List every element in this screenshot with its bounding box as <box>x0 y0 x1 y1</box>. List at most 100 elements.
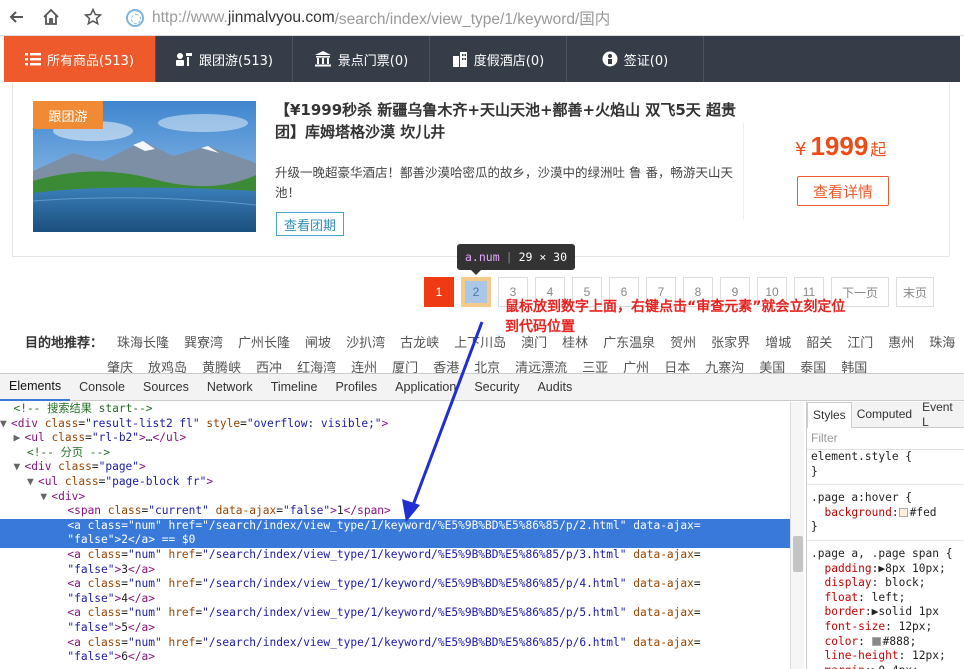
styles-tab[interactable]: Styles <box>807 402 852 428</box>
view-group-dates-button[interactable]: 查看团期 <box>276 212 344 236</box>
tooltip-size: 29 × 30 <box>518 250 568 264</box>
devtools-tab[interactable]: Audits <box>528 374 581 401</box>
tab-visa[interactable]: 签证(0) <box>567 36 704 82</box>
destination-link[interactable]: 广州长隆 <box>238 332 290 351</box>
style-rule-line[interactable]: display: block; <box>807 576 964 591</box>
tab-hotels[interactable]: 度假酒店(0) <box>430 36 567 82</box>
visa-icon <box>602 51 618 67</box>
price-value: 1999 <box>810 131 869 161</box>
style-rule-line[interactable]: float: left; <box>807 591 964 606</box>
bookmark-star-icon[interactable] <box>82 6 104 28</box>
page-link[interactable]: 2 <box>461 277 491 307</box>
dom-line[interactable]: <a class="num" href="/search/index/view_… <box>0 577 790 592</box>
product-description: 升级一晚超豪华酒店！鄯善沙漠哈密瓜的故乡，沙漠中的绿洲吐 鲁 番，畅游天山天池！ <box>275 165 733 200</box>
destination-link[interactable]: 闸坡 <box>305 332 331 351</box>
dom-line[interactable]: <a class="num" href="/search/index/view_… <box>0 606 790 621</box>
style-rule-line[interactable]: .page a:hover { <box>807 491 964 506</box>
tab-label: 跟团游(513) <box>199 53 273 69</box>
dom-line[interactable]: ▶ <ul class="rl-b2">…</ul> <box>0 431 790 446</box>
browser-toolbar: http://www. jinmalvyou.com/search/index/v… <box>0 0 964 36</box>
hotel-icon <box>452 52 467 67</box>
dom-tree[interactable]: <!-- 搜索结果 start--> ▼ <div class="result-l… <box>0 402 790 669</box>
devtools-tab[interactable]: Security <box>465 374 528 401</box>
destination-link[interactable]: 古龙峡 <box>400 332 439 351</box>
dom-line[interactable]: "false">3</a> <box>0 563 790 578</box>
dom-line[interactable]: ▼ <div class="result-list2 fl" style="ove… <box>0 417 790 432</box>
inspect-tooltip: a.num | 29 × 30 <box>457 244 576 275</box>
dom-line[interactable]: ▼ <div class="page"> <box>0 460 790 475</box>
tab-all-products[interactable]: 所有商品(513) <box>4 36 156 82</box>
style-rule-line[interactable]: padding:▶8px 10px; <box>807 562 964 577</box>
dom-scrollbar[interactable] <box>790 402 804 669</box>
dom-line[interactable]: "false">6</a> <box>0 650 790 665</box>
product-card: 跟团游 【¥1999秒杀 新疆乌鲁木齐+天山天池+鄯善+火焰山 双飞5天 超贵团… <box>12 83 950 257</box>
style-rule-line[interactable]: .page a, .page span { <box>807 547 964 562</box>
list-icon <box>25 53 42 66</box>
dom-line[interactable]: <!-- 搜索结果 start--> <box>0 402 790 417</box>
style-rule-line[interactable]: font-size: 12px; <box>807 620 964 635</box>
styles-tab[interactable]: Computed <box>852 402 917 428</box>
devtools-tab[interactable]: Application <box>386 374 465 401</box>
annotation-line: 鼠标放到数字上面，右键点击“审查元素”就会立刻定位 <box>505 299 846 315</box>
tab-group-tour[interactable]: 跟团游(513) <box>156 36 293 82</box>
styles-filter-input[interactable]: Filter <box>807 428 964 450</box>
dom-line-selected[interactable]: "false">2</a> == $0 <box>0 533 790 548</box>
style-rule-separator <box>807 535 964 541</box>
view-details-button[interactable]: 查看详情 <box>797 176 889 206</box>
style-rule-line[interactable]: line-height: 12px; <box>807 649 964 664</box>
group-tour-icon <box>176 53 193 66</box>
product-badge: 跟团游 <box>33 101 103 129</box>
category-tabs: 所有商品(513) 跟团游(513) 景点门票(0) 度假酒店(0) 签证(0) <box>4 36 960 82</box>
tab-label: 所有商品(513) <box>47 53 134 69</box>
devtools-tab[interactable]: Timeline <box>262 374 327 401</box>
destination-link[interactable]: 沙扒湾 <box>346 332 385 351</box>
style-rule-line[interactable]: margin:▶0 4px; <box>807 664 964 669</box>
page-current[interactable]: 1 <box>424 277 454 307</box>
card-divider <box>743 123 744 219</box>
destination-link[interactable]: 上下川岛 <box>454 332 506 351</box>
scrollbar-thumb[interactable] <box>793 536 803 572</box>
dom-line[interactable]: ▼ <div> <box>0 490 790 505</box>
tooltip-separator: | <box>505 250 513 264</box>
home-icon[interactable] <box>40 6 62 28</box>
url-prefix: http://www. <box>152 9 228 26</box>
destination-link[interactable]: 珠海长隆 <box>117 332 169 351</box>
product-price: ¥1999 起 <box>795 131 886 162</box>
destination-link[interactable]: 巽寮湾 <box>184 332 223 351</box>
tab-tickets[interactable]: 景点门票(0) <box>293 36 430 82</box>
product-title[interactable]: 【¥1999秒杀 新疆乌鲁木齐+天山天池+鄯善+火焰山 双飞5天 超贵团】库姆塔… <box>275 99 745 143</box>
destinations-label: 目的地推荐： <box>25 336 104 351</box>
devtools-tab[interactable]: Network <box>198 374 262 401</box>
devtools-panel: Elements Console Sources Network Timeline Pro… <box>0 373 964 669</box>
devtools-tab[interactable]: Console <box>70 374 134 401</box>
annotation-line: 到代码位置 <box>505 319 575 335</box>
address-bar[interactable]: http://www. jinmalvyou.com/search/index/v… <box>120 4 960 32</box>
destination-link[interactable]: 珠海 <box>929 332 955 351</box>
dom-line[interactable]: "false">4</a> <box>0 592 790 607</box>
style-rule-line[interactable]: } <box>807 520 964 535</box>
tab-label: 度假酒店(0) <box>473 53 545 69</box>
dom-line[interactable]: ▼ <ul class="page-block fr"> <box>0 475 790 490</box>
style-rule-line[interactable]: background: #fed <box>807 506 964 521</box>
styles-pane: Styles Computed Event L Filter element.sty… <box>806 402 964 669</box>
style-rule-line[interactable]: border:▶solid 1px <box>807 605 964 620</box>
dom-line[interactable]: <a class="num" href="/search/index/view_… <box>0 548 790 563</box>
tooltip-selector: a.num <box>465 250 500 264</box>
devtools-tab[interactable]: Sources <box>134 374 198 401</box>
style-rule-line[interactable]: } <box>807 465 964 480</box>
site-info-icon[interactable] <box>126 9 144 27</box>
dom-line[interactable]: <!-- 分页 --> <box>0 446 790 461</box>
dom-line[interactable]: <span class="current" data-ajax="false">… <box>0 504 790 519</box>
styles-tab[interactable]: Event L <box>917 402 964 429</box>
devtools-tab[interactable]: Profiles <box>326 374 386 401</box>
dom-line[interactable]: "false">5</a> <box>0 621 790 636</box>
style-rule-line[interactable]: element.style { <box>807 450 964 465</box>
style-rule-line[interactable]: color: #888; <box>807 635 964 650</box>
dom-line-selected[interactable]: <a class="num" href="/search/index/view_… <box>0 518 790 534</box>
url-path: /search/index/view_type/1/keyword/国内 <box>334 11 611 28</box>
devtools-tab[interactable]: Elements <box>0 374 71 401</box>
back-icon[interactable] <box>6 6 28 28</box>
styles-tabs: Styles Computed Event L <box>807 402 964 429</box>
style-rule-separator <box>807 479 964 486</box>
dom-line[interactable]: <a class="num" href="/search/index/view_… <box>0 636 790 651</box>
